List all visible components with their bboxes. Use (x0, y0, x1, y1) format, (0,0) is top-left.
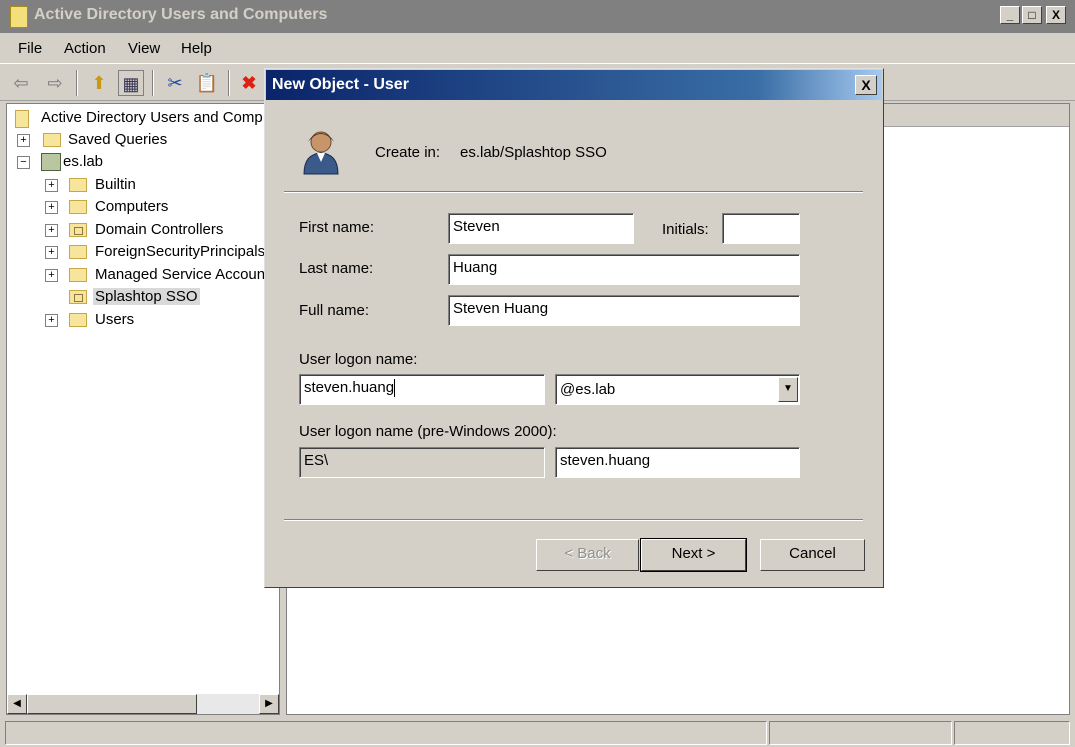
scroll-thumb[interactable] (27, 694, 197, 714)
collapse-icon[interactable]: − (17, 156, 30, 169)
folder-icon (69, 245, 87, 259)
expand-icon[interactable]: + (45, 246, 58, 259)
window-title-bar: Active Directory Users and Computers _ □… (0, 0, 1075, 33)
folder-icon (69, 313, 87, 327)
tree-item-label: Computers (95, 198, 169, 215)
initials-field[interactable] (722, 213, 800, 244)
expand-icon[interactable]: + (45, 269, 58, 282)
forward-arrow-icon[interactable]: ⇨ (42, 70, 68, 96)
full-name-label: Full name: (299, 302, 370, 319)
ad-console-icon (15, 110, 29, 128)
tree-item-label: ForeignSecurityPrincipals (95, 243, 266, 260)
console-tree-icon[interactable]: ▦ (118, 70, 144, 96)
last-name-label: Last name: (299, 260, 374, 277)
expand-icon[interactable]: + (45, 179, 58, 192)
menu-file[interactable]: File (18, 40, 42, 57)
status-panel (5, 721, 767, 745)
pre-windows-2000-logon-field[interactable]: steven.huang (555, 447, 800, 478)
folder-icon (69, 268, 87, 282)
toolbar-separator (76, 70, 78, 96)
domain-icon (41, 153, 61, 171)
dialog-title: New Object - User (272, 76, 409, 93)
expand-icon[interactable]: + (17, 134, 30, 147)
minimize-button[interactable]: _ (1000, 6, 1020, 24)
create-in-value: es.lab/Splashtop SSO (460, 144, 607, 161)
dialog-close-button[interactable]: X (855, 75, 877, 95)
tree-item-label: Domain Controllers (95, 221, 224, 238)
window-title: Active Directory Users and Computers (34, 6, 328, 23)
ad-console-icon (10, 6, 28, 28)
pre-windows-2000-label: User logon name (pre-Windows 2000): (299, 423, 557, 440)
pre-windows-2000-domain-field: ES\ (299, 447, 545, 478)
tree-item-label: Managed Service Accoun (95, 266, 266, 283)
ou-folder-icon (69, 290, 87, 304)
menu-bar: File Action View Help (0, 33, 1075, 63)
cancel-button[interactable]: Cancel (760, 539, 865, 571)
console-tree: Active Directory Users and Comp + Saved … (6, 103, 280, 715)
tree-item-label: Users (95, 311, 135, 328)
scroll-left-icon[interactable]: ◀ (7, 694, 27, 714)
tree-item-label: Builtin (95, 176, 136, 193)
user-logon-name-field[interactable]: steven.huang (299, 374, 545, 405)
up-folder-icon[interactable]: ⬆ (86, 70, 112, 96)
ou-folder-icon (69, 223, 87, 237)
close-button[interactable]: X (1046, 6, 1066, 24)
dialog-title-bar: New Object - User (266, 70, 882, 100)
next-button[interactable]: Next > (640, 538, 747, 572)
toolbar-separator (152, 70, 154, 96)
tree-root-label: Active Directory Users and Comp (41, 109, 263, 126)
expand-icon[interactable]: + (45, 224, 58, 237)
first-name-field[interactable]: Steven (448, 213, 634, 244)
last-name-field[interactable]: Huang (448, 254, 800, 285)
expand-icon[interactable]: + (45, 314, 58, 327)
toolbar-separator (228, 70, 230, 96)
status-panel (954, 721, 1070, 745)
back-arrow-icon[interactable]: ⇦ (8, 70, 34, 96)
clipboard-icon[interactable]: 📋 (194, 70, 220, 96)
user-logon-name-value: steven.huang (304, 379, 395, 396)
menu-help[interactable]: Help (181, 40, 212, 57)
delete-icon[interactable]: ✖ (236, 70, 262, 96)
tree-item-label: es.lab (63, 153, 104, 170)
back-button[interactable]: < Back (536, 539, 639, 571)
expand-icon[interactable]: + (45, 201, 58, 214)
chevron-down-icon[interactable]: ▼ (778, 377, 798, 402)
cut-icon[interactable]: ✂ (162, 70, 188, 96)
full-name-field[interactable]: Steven Huang (448, 295, 800, 326)
create-in-label: Create in: (375, 144, 441, 161)
first-name-label: First name: (299, 219, 375, 236)
horizontal-scrollbar[interactable]: ◀ ▶ (7, 694, 279, 714)
user-icon (303, 131, 339, 175)
menu-view[interactable]: View (128, 40, 160, 57)
status-bar (0, 718, 1075, 747)
maximize-button[interactable]: □ (1022, 6, 1042, 24)
status-panel (769, 721, 952, 745)
scroll-right-icon[interactable]: ▶ (259, 694, 279, 714)
domain-suffix-value: @es.lab (560, 381, 616, 398)
menu-action[interactable]: Action (64, 40, 106, 57)
domain-suffix-dropdown[interactable]: @es.lab ▼ (555, 374, 800, 405)
folder-icon (69, 178, 87, 192)
tree-item-label: Saved Queries (68, 131, 168, 148)
divider (284, 519, 863, 521)
folder-icon (69, 200, 87, 214)
tree-item-label: Splashtop SSO (93, 288, 200, 305)
text-cursor (394, 379, 396, 398)
folder-icon (43, 133, 61, 147)
divider (284, 191, 863, 193)
user-logon-name-label: User logon name: (299, 351, 418, 368)
initials-label: Initials: (662, 221, 709, 238)
